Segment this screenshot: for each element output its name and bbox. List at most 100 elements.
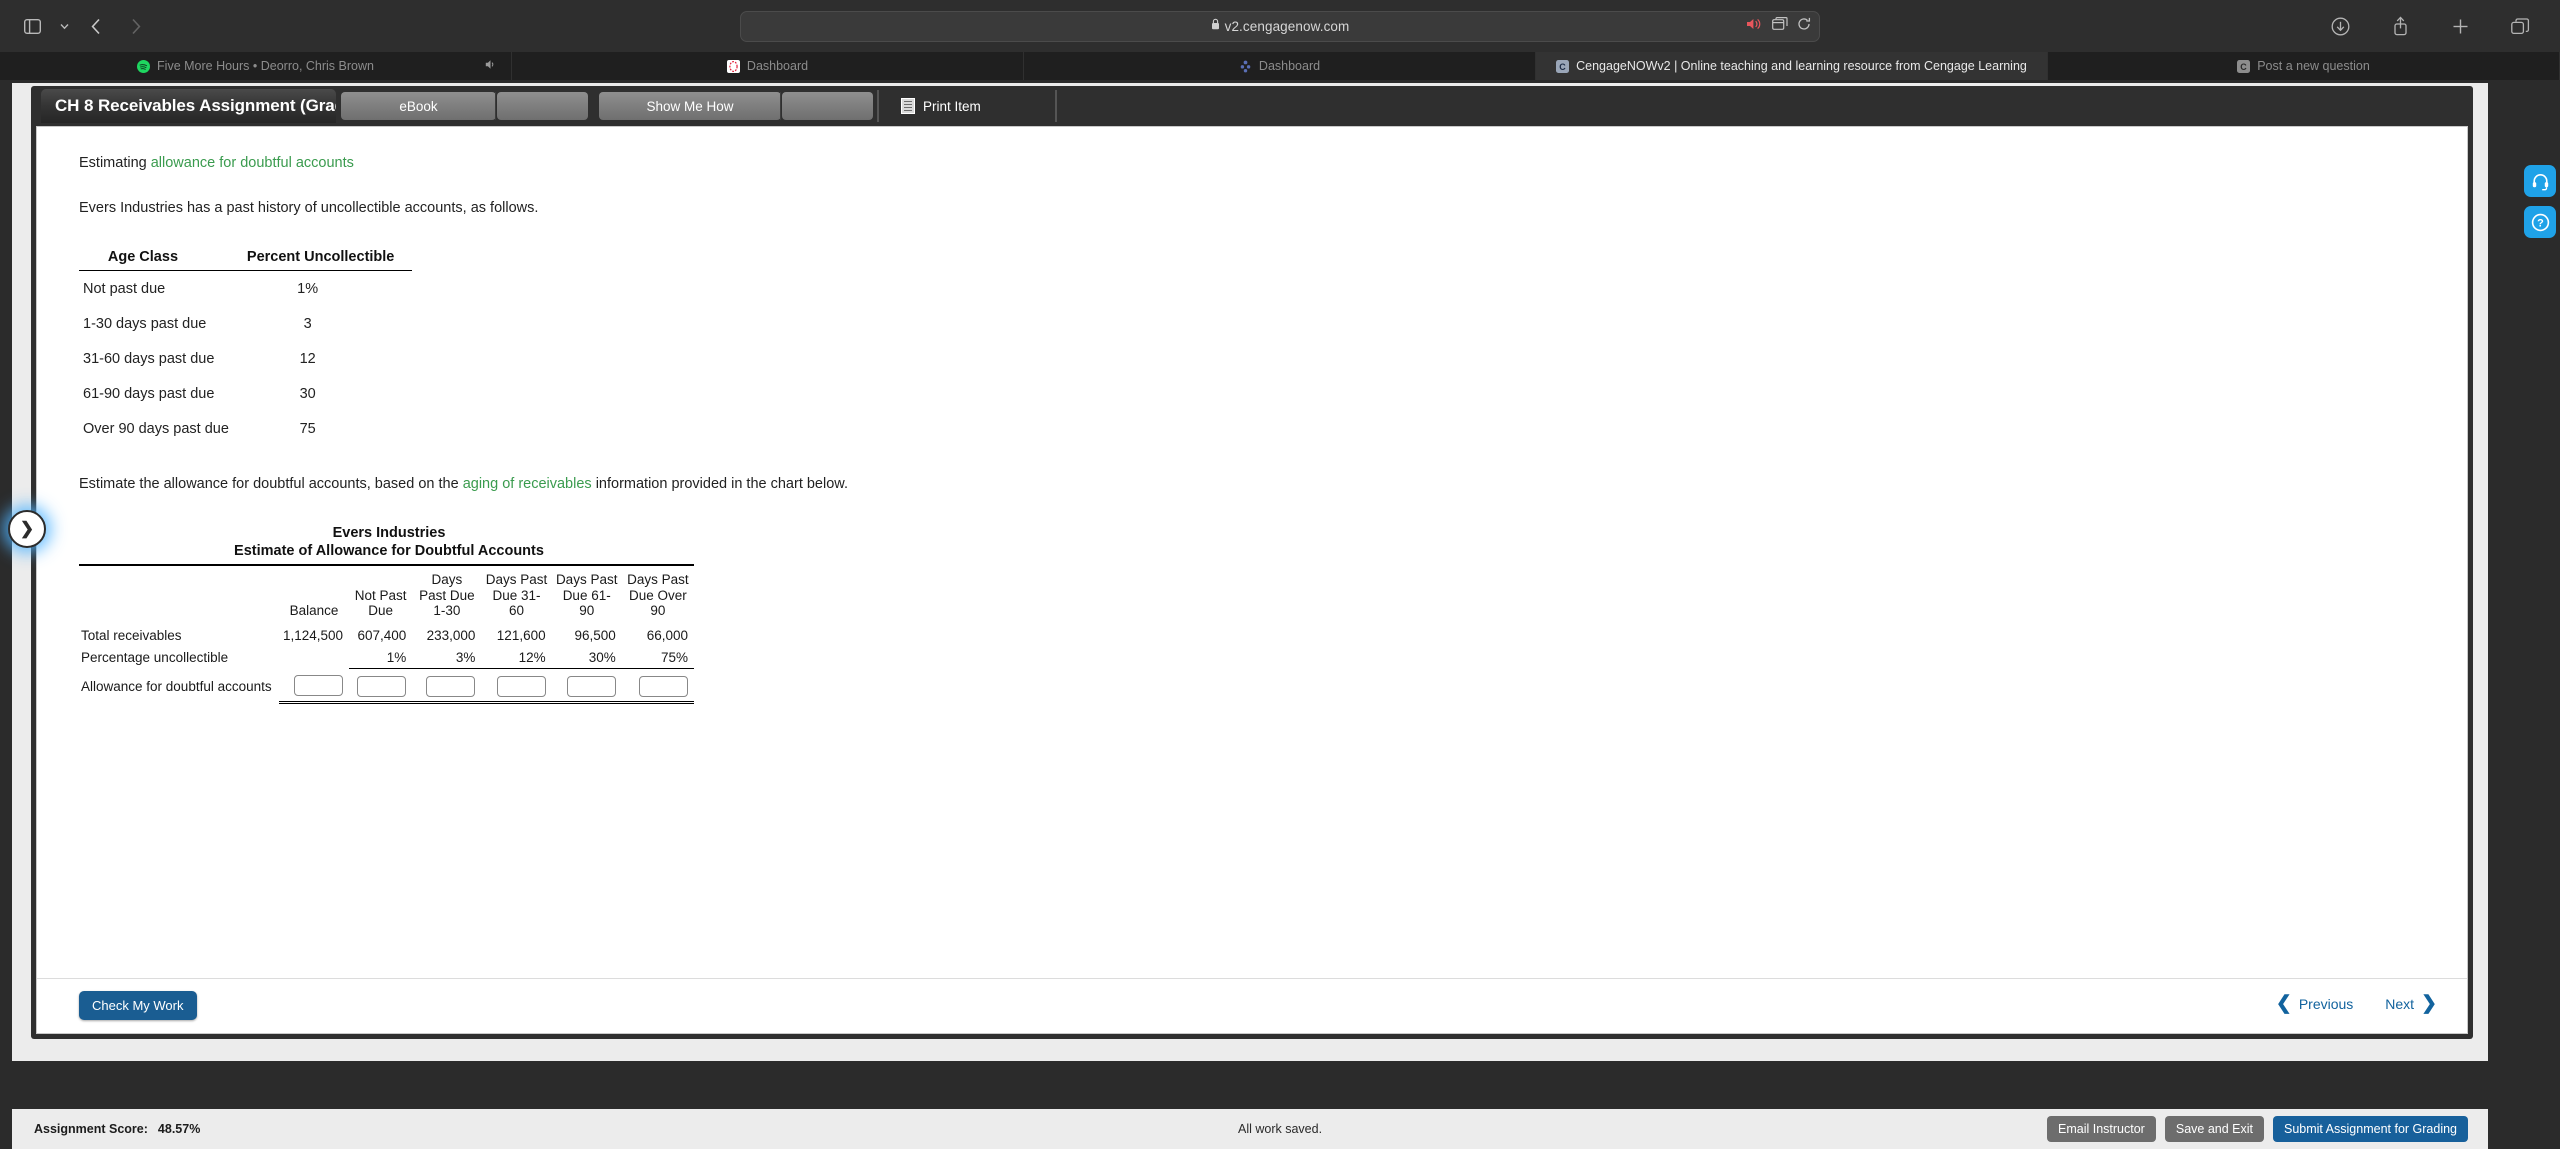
chevron-right-icon: ❯ xyxy=(2421,993,2437,1014)
total-not-past-due: 607,400 xyxy=(357,627,407,643)
show-me-how-button[interactable]: Show Me How xyxy=(599,92,781,120)
table-row: Not past due 1% xyxy=(79,271,412,307)
status-bar-actions: Email Instructor Save and Exit Submit As… xyxy=(2047,1116,2468,1142)
row-label: Total receivables xyxy=(81,627,182,643)
browser-tab-label: CengageNOWv2 | Online teaching and learn… xyxy=(1576,59,2027,73)
sidebar-toggle-icon[interactable] xyxy=(14,11,50,41)
allowance-link[interactable]: allowance for doubtful accounts xyxy=(151,155,354,171)
canvas-icon xyxy=(726,59,740,73)
assignment-score-label: Assignment Score: xyxy=(34,1122,148,1136)
browser-toolbar-right xyxy=(2322,11,2560,41)
tab-audio-icon[interactable] xyxy=(485,59,497,73)
percent-cell: 12 xyxy=(299,351,316,368)
tab-strip: Five More Hours • Deorro, Chris Brown Da… xyxy=(0,52,2560,80)
pagination-controls: ❮ Previous Next ❯ xyxy=(2276,994,2437,1013)
age-class-cell: 31-60 days past due xyxy=(83,351,215,368)
table-header-row: Age Class Percent Uncollectible xyxy=(79,249,413,272)
lock-icon xyxy=(1211,17,1220,35)
svg-text:?: ? xyxy=(2537,217,2544,229)
allowance-1-30-input[interactable] xyxy=(426,675,476,697)
address-bar[interactable]: v2.cengagenow.com xyxy=(740,10,1820,42)
percent-cell: 75 xyxy=(299,421,316,438)
header-divider xyxy=(877,90,879,122)
reload-icon[interactable] xyxy=(1797,17,1811,36)
age-class-cell: Not past due xyxy=(83,281,166,298)
col-header-days-past-due-61-90: Days Past Due 61-90 xyxy=(555,572,618,619)
col-header-percent-uncollectible: Percent Uncollectible xyxy=(246,249,413,272)
ebook-extra-segment[interactable] xyxy=(497,92,588,120)
url-text: v2.cengagenow.com xyxy=(1224,18,1350,34)
cengage-icon: C xyxy=(1556,59,1570,73)
content-footer: Check My Work ❮ Previous Next ❯ xyxy=(37,978,2467,1033)
age-class-cell: Over 90 days past due xyxy=(83,421,229,438)
background-paragraph: Evers Industries has a past history of u… xyxy=(79,200,539,217)
browser-tab-0[interactable]: Five More Hours • Deorro, Chris Brown xyxy=(0,52,512,80)
total-over-90: 66,000 xyxy=(646,627,688,643)
browser-toolbar: v2.cengagenow.com xyxy=(0,0,2560,52)
header-divider-2 xyxy=(1055,90,1057,122)
panel-toggle-button[interactable]: ❯ xyxy=(8,510,46,548)
allowance-61-90-input[interactable] xyxy=(566,675,616,697)
total-receivables-row: Total receivables 1,124,500 607,400 233,… xyxy=(79,624,694,646)
print-item-label: Print Item xyxy=(923,98,981,114)
col-header-days-past-due-1-30: Days Past Due 1-30 xyxy=(419,572,475,619)
web-page: CH 8 Receivables Assignment (Grad eBook … xyxy=(0,80,2560,1149)
browser-toolbar-left xyxy=(0,11,740,41)
new-tab-icon[interactable] xyxy=(2442,11,2478,41)
percent-cell: 3 xyxy=(303,316,312,333)
previous-button[interactable]: ❮ Previous xyxy=(2276,994,2353,1013)
browser-tab-label: Post a new question xyxy=(2257,59,2370,73)
table-row: 61-90 days past due 30 xyxy=(79,376,412,411)
allowance-over-90-input[interactable] xyxy=(639,675,688,697)
save-and-exit-button[interactable]: Save and Exit xyxy=(2164,1116,2264,1142)
content-scroll-area: Estimating allowance for doubtful accoun… xyxy=(37,127,2467,978)
browser-tab-1[interactable]: Dashboard xyxy=(512,52,1024,80)
save-status-text: All work saved. xyxy=(1238,1122,1323,1136)
browser-tab-label: Dashboard xyxy=(1258,59,1321,73)
chevron-right-icon: ❯ xyxy=(19,519,35,538)
share-icon[interactable] xyxy=(2382,11,2418,41)
total-1-30: 233,000 xyxy=(426,627,476,643)
next-button[interactable]: Next ❯ xyxy=(2385,994,2437,1013)
page-title: CH 8 Receivables Assignment (Grad xyxy=(41,89,336,123)
check-my-work-button[interactable]: Check My Work xyxy=(79,991,197,1020)
question-mark-help-icon[interactable]: ? xyxy=(2524,206,2556,238)
help-rail: ? xyxy=(2524,165,2558,238)
aging-of-receivables-link[interactable]: aging of receivables xyxy=(463,476,592,492)
pct-not-past-due: 1% xyxy=(349,645,413,669)
browser-tab-4[interactable]: C Post a new question xyxy=(2048,52,2560,80)
print-item-button[interactable]: Print Item xyxy=(887,92,1057,120)
speaker-mute-icon[interactable] xyxy=(1746,17,1763,36)
previous-label: Previous xyxy=(2298,995,2354,1012)
submit-assignment-button[interactable]: Submit Assignment for Grading xyxy=(2273,1116,2468,1142)
show-all-tabs-icon[interactable] xyxy=(2502,11,2538,41)
browser-tab-2[interactable]: Dashboard xyxy=(1024,52,1536,80)
browser-tab-3[interactable]: C CengageNOWv2 | Online teaching and lea… xyxy=(1536,52,2048,80)
allowance-balance-input[interactable] xyxy=(294,675,344,697)
show-me-how-extra-segment[interactable] xyxy=(782,92,873,120)
ebook-label: eBook xyxy=(399,98,438,114)
assignment-window: CH 8 Receivables Assignment (Grad eBook … xyxy=(31,86,2473,1039)
printer-icon xyxy=(901,98,915,114)
email-instructor-button[interactable]: Email Instructor xyxy=(2047,1116,2156,1142)
total-balance: 1,124,500 xyxy=(283,627,344,643)
assignment-score-value: 48.57% xyxy=(157,1122,201,1136)
allowance-1-30-cell xyxy=(412,668,482,704)
chevron-down-icon[interactable] xyxy=(54,11,74,41)
allowance-not-past-due-input[interactable] xyxy=(357,675,407,697)
downloads-icon[interactable] xyxy=(2322,11,2358,41)
forward-chevron-icon[interactable] xyxy=(118,11,154,41)
ebook-button[interactable]: eBook xyxy=(341,92,496,120)
tab-overview-icon[interactable] xyxy=(1772,16,1788,36)
estimate-subtitle: Estimate of Allowance for Doubtful Accou… xyxy=(234,543,544,560)
back-chevron-icon[interactable] xyxy=(78,11,114,41)
age-class-cell: 61-90 days past due xyxy=(83,386,215,403)
row-label: Allowance for doubtful accounts xyxy=(81,679,272,695)
headset-support-icon[interactable] xyxy=(2524,165,2556,197)
pct-balance xyxy=(279,646,349,669)
browser-tab-label: Dashboard xyxy=(746,59,809,73)
table-row: 1-30 days past due 3 xyxy=(79,306,412,341)
allowance-31-60-input[interactable] xyxy=(496,675,546,697)
instruction-suffix: information provided in the chart below. xyxy=(591,476,848,493)
show-me-how-label: Show Me How xyxy=(646,98,734,114)
